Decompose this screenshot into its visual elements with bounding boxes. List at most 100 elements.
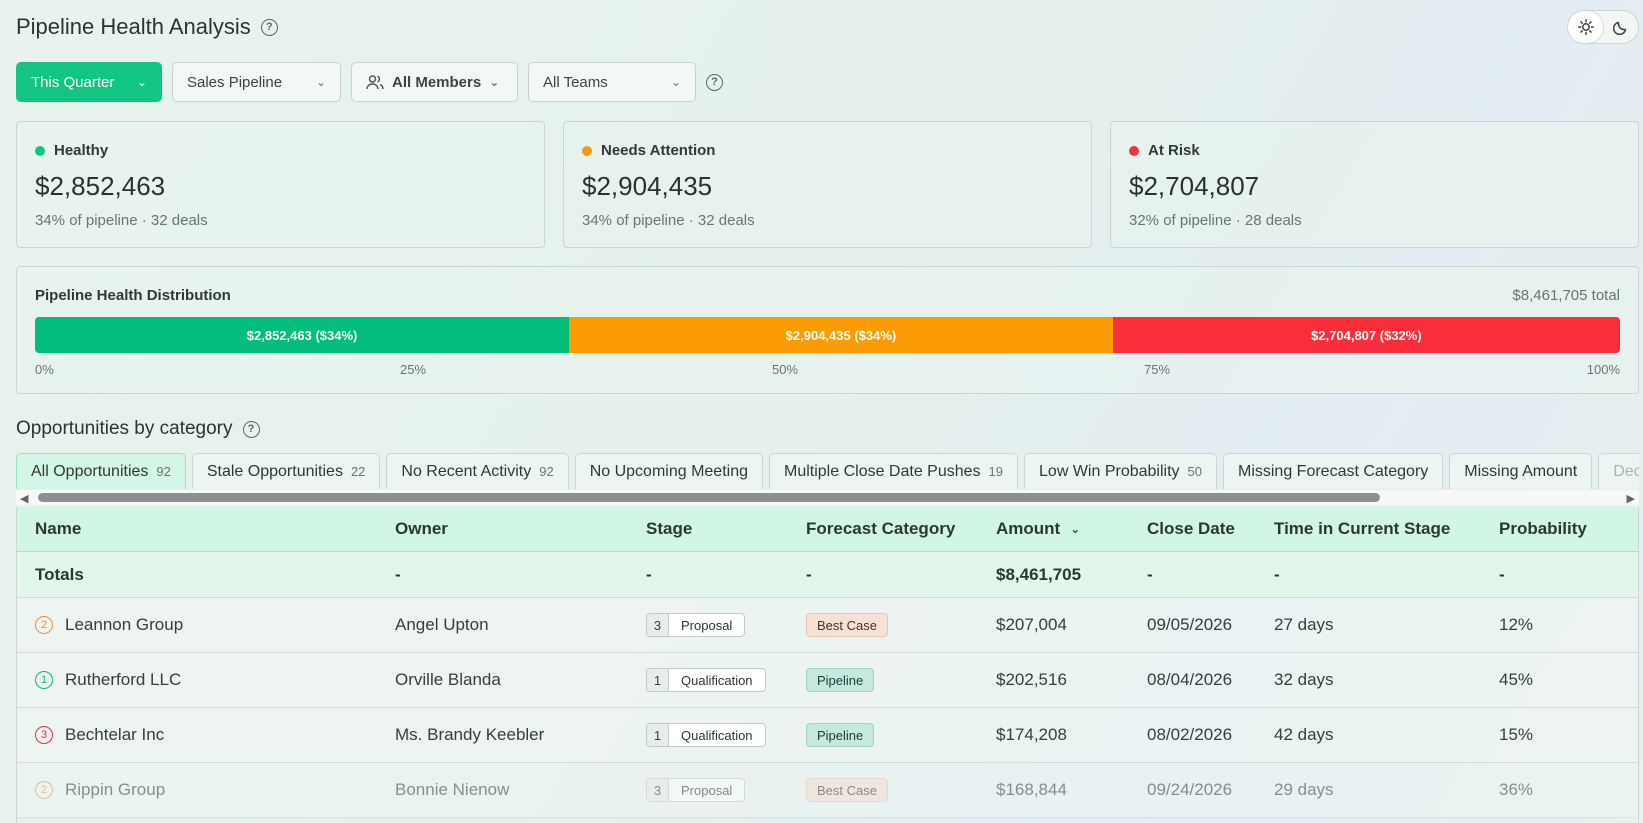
column-header-owner[interactable]: Owner (395, 507, 448, 551)
column-header-name[interactable]: Name (35, 507, 81, 551)
probability-cell: 12% (1499, 615, 1534, 634)
help-icon[interactable]: ? (260, 18, 278, 36)
time-in-stage-cell: 27 days (1274, 615, 1334, 634)
amount-cell: $174,208 (996, 725, 1067, 744)
forecast-badge: Pipeline (806, 723, 875, 747)
tab-count: 92 (156, 464, 171, 479)
close-date-cell: 09/05/2026 (1147, 615, 1233, 634)
chevron-down-icon: ⌄ (670, 75, 681, 89)
help-icon[interactable]: ? (242, 420, 260, 438)
tab-no-upcoming-meeting[interactable]: No Upcoming Meeting (574, 453, 763, 489)
chevron-down-icon: ⌄ (136, 75, 147, 89)
distribution-bar: $2,852,463 ($34%) $2,904,435 ($34%) $2,7… (35, 317, 1620, 353)
tab-all-opportunities[interactable]: All Opportunities 92 (16, 453, 186, 489)
forecast-badge: Best Case (806, 613, 888, 637)
opportunity-name[interactable]: Bechtelar Inc (65, 725, 164, 745)
tab-count: 50 (1187, 464, 1202, 479)
members-dropdown[interactable]: All Members ⌄ (351, 62, 518, 102)
sun-icon (1577, 19, 1594, 35)
tab-count: 22 (350, 464, 366, 479)
opportunity-name-cell[interactable]: 2 Rippin Group (35, 763, 165, 817)
tab-multiple-close-date-pushes[interactable]: Multiple Close Date Pushes 19 (769, 453, 1019, 489)
totals-time: - (1274, 564, 1280, 584)
stage-cell: 3 Proposal (646, 598, 746, 652)
stage-label: Qualification (681, 672, 753, 688)
tab-label: Multiple Close Date Pushes (784, 462, 981, 480)
table-row[interactable]: 2 Leannon Group Angel Upton 3 Proposal B… (17, 598, 1638, 653)
segment-needs-attention[interactable]: $2,904,435 ($34%) (569, 317, 1113, 353)
filter-bar: This Quarter ⌄ Sales Pipeline ⌄ All Memb… (16, 62, 723, 102)
tab-no-recent-activity[interactable]: No Recent Activity 92 (386, 453, 569, 489)
table-row[interactable]: 2 Rippin Group Bonnie Nienow 3 Proposal … (17, 763, 1638, 818)
kpi-value: $2,704,807 (1129, 171, 1260, 201)
owner-cell: Bonnie Nienow (395, 780, 510, 799)
dark-mode-button[interactable] (1603, 11, 1638, 43)
close-date-cell: 08/04/2026 (1147, 670, 1233, 689)
status-dot (582, 145, 592, 156)
priority-badge: 2 (35, 616, 53, 634)
period-dropdown[interactable]: This Quarter ⌄ (16, 62, 162, 102)
stage-badge: 3 Proposal (646, 778, 746, 802)
opportunity-name-cell[interactable]: 2 Leannon Group (35, 598, 183, 652)
stage-cell: 1 Qualification (646, 708, 766, 762)
table-row[interactable]: 3 Bechtelar Inc Ms. Brandy Keebler 1 Qua… (17, 708, 1638, 763)
probability-cell: 36% (1499, 780, 1534, 799)
opportunity-name[interactable]: Leannon Group (65, 615, 183, 635)
category-tabs: All Opportunities 92 Stale Opportunities 2… (16, 453, 1639, 489)
status-dot (35, 145, 45, 156)
time-in-stage-cell: 42 days (1274, 725, 1334, 744)
filters-help-icon[interactable]: ? (706, 73, 723, 91)
tabs-scrollbar[interactable]: ◀ ▶ (16, 490, 1639, 505)
tab-label: Stale Opportunities (206, 462, 343, 480)
scroll-left-icon[interactable]: ◀ (20, 492, 28, 505)
users-icon (366, 75, 384, 90)
kpi-card-at-risk: At Risk $2,704,807 32% of pipeline · 28 … (1110, 121, 1639, 248)
stage-badge: 1 Qualification (646, 723, 766, 747)
members-label: All Members (392, 73, 482, 91)
tick-label: 100% (1586, 362, 1620, 377)
segment-at-risk[interactable]: $2,704,807 ($32%) (1112, 317, 1620, 353)
column-header-forecast-category[interactable]: Forecast Category (806, 507, 955, 551)
kpi-card-healthy: Healthy $2,852,463 34% of pipeline · 32 … (16, 121, 545, 248)
theme-toggle[interactable] (1567, 10, 1639, 44)
kpi-subtext: 34% of pipeline · 32 deals (35, 212, 208, 229)
opportunity-name[interactable]: Rutherford LLC (65, 670, 181, 690)
column-header-close-date[interactable]: Close Date (1147, 507, 1235, 551)
column-header-time-in-stage[interactable]: Time in Current Stage (1274, 507, 1450, 551)
teams-label: All Teams (543, 73, 608, 91)
totals-close: - (1147, 564, 1153, 584)
kpi-value: $2,852,463 (35, 171, 166, 201)
column-header-stage[interactable]: Stage (646, 507, 692, 551)
tab-missing-amount[interactable]: Missing Amount (1449, 453, 1593, 489)
column-header-amount[interactable]: Amount ⌄ (996, 507, 1080, 551)
kpi-card-needs-attention: Needs Attention $2,904,435 34% of pipeli… (563, 121, 1092, 248)
opportunity-name-cell[interactable]: 1 Rutherford LLC (35, 653, 181, 707)
chevron-down-icon: ⌄ (315, 75, 326, 89)
opportunity-name-cell[interactable]: 3 Bechtelar Inc (35, 708, 164, 762)
forecast-cell: Pipeline (806, 653, 875, 707)
tab-missing-forecast-category[interactable]: Missing Forecast Category (1222, 453, 1444, 489)
tab-stale-opportunities[interactable]: Stale Opportunities 22 (191, 453, 381, 489)
time-in-stage-cell: 32 days (1274, 670, 1334, 689)
opportunity-name[interactable]: Rippin Group (65, 780, 165, 800)
table-row[interactable]: 1 Rutherford LLC Orville Blanda 1 Qualif… (17, 653, 1638, 708)
scrollbar-thumb[interactable] (38, 493, 1380, 502)
totals-amount: $8,461,705 (996, 564, 1082, 584)
segment-healthy[interactable]: $2,852,463 ($34%) (35, 317, 570, 353)
probability-cell: 15% (1499, 725, 1534, 744)
amount-cell: $207,004 (996, 615, 1067, 634)
pipeline-dropdown[interactable]: Sales Pipeline ⌄ (172, 62, 341, 102)
light-mode-button[interactable] (1568, 11, 1603, 43)
stage-number: 1 (647, 724, 669, 746)
tab-declining[interactable]: Decl (1598, 453, 1639, 489)
column-header-probability[interactable]: Probability (1499, 507, 1587, 551)
scroll-right-icon[interactable]: ▶ (1627, 492, 1635, 505)
time-in-stage-cell: 29 days (1274, 780, 1334, 799)
opportunities-table: Name Owner Stage Forecast Category Amoun… (16, 507, 1639, 823)
forecast-cell: Pipeline (806, 708, 875, 762)
tab-low-win-probability[interactable]: Low Win Probability 50 (1024, 453, 1217, 489)
stage-label: Proposal (681, 782, 733, 798)
stage-label: Proposal (681, 617, 733, 633)
teams-dropdown[interactable]: All Teams ⌄ (528, 62, 696, 102)
tick-label: 50% (772, 362, 799, 377)
